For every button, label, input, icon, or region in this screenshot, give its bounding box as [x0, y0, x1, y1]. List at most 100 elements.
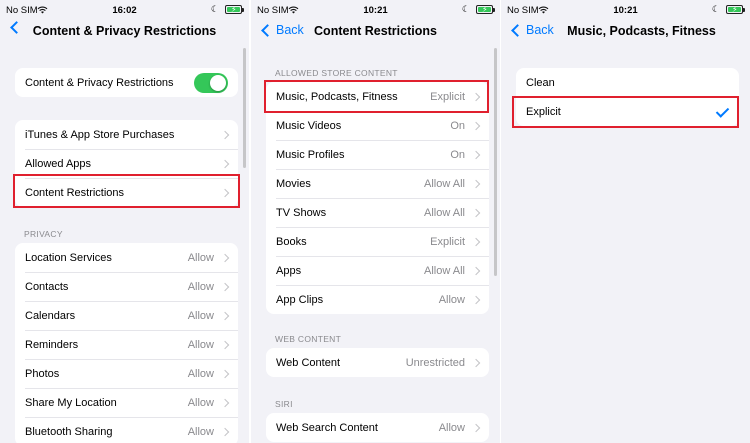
- battery-charging-icon: ⚡: [726, 5, 745, 14]
- row-location-services[interactable]: Location Services Allow: [15, 243, 238, 272]
- battery-charging-icon: ⚡: [476, 5, 495, 14]
- content-privacy-toggle[interactable]: [194, 72, 228, 93]
- options-list: Clean Explicit: [501, 44, 750, 443]
- row-label: Photos: [25, 367, 60, 380]
- highlight-box: [13, 174, 240, 208]
- row-label: Allowed Apps: [25, 157, 92, 170]
- option-clean[interactable]: Clean: [516, 68, 739, 97]
- row-label: Web Content: [276, 356, 341, 369]
- chevron-right-icon: [220, 130, 230, 139]
- row-value: Explicit: [430, 235, 465, 248]
- section-header-web: WEB CONTENT: [275, 334, 342, 344]
- row-label: Music Profiles: [276, 148, 345, 161]
- chevron-right-icon: [471, 423, 481, 432]
- row-value: Allow: [438, 421, 465, 434]
- row-label: Music Videos: [276, 119, 342, 132]
- web-group: Web Content Unrestricted: [266, 348, 489, 377]
- chevron-right-icon: [220, 427, 230, 436]
- row-value: On: [450, 119, 465, 132]
- siri-group: Web Search Content Allow: [266, 413, 489, 442]
- chevron-right-icon: [471, 150, 481, 159]
- row-label: Apps: [276, 264, 302, 277]
- row-value: On: [450, 148, 465, 161]
- row-label: Reminders: [25, 338, 79, 351]
- page-title: Content & Privacy Restrictions: [32, 24, 217, 38]
- row-web-content[interactable]: Web Content Unrestricted: [266, 348, 489, 377]
- row-share-my-location[interactable]: Share My Location Allow: [15, 388, 238, 417]
- option-label: Clean: [526, 76, 555, 89]
- row-value: Allow: [187, 251, 214, 264]
- row-label: Content & Privacy Restrictions: [25, 76, 174, 89]
- row-label: Bluetooth Sharing: [25, 425, 113, 438]
- screen-content-privacy: No SIM 16:02 ☾ ⚡ Content & Privacy Restr…: [0, 0, 249, 443]
- chevron-right-icon: [220, 253, 230, 262]
- store-group: Music, Podcasts, Fitness Explicit Music …: [266, 82, 489, 314]
- toggle-group: Content & Privacy Restrictions: [15, 68, 238, 97]
- row-reminders[interactable]: Reminders Allow: [15, 330, 238, 359]
- row-value: Unrestricted: [405, 356, 465, 369]
- row-value: Allow All: [424, 206, 465, 219]
- scrollbar[interactable]: [243, 48, 246, 168]
- section-header-store: ALLOWED STORE CONTENT: [275, 68, 398, 78]
- row-app-clips[interactable]: App Clips Allow: [266, 285, 489, 314]
- row-label: TV Shows: [276, 206, 327, 219]
- row-value: Allow: [187, 338, 214, 351]
- row-label: App Clips: [276, 293, 324, 306]
- settings-list[interactable]: ALLOWED STORE CONTENT Music, Podcasts, F…: [251, 44, 500, 443]
- row-bluetooth-sharing[interactable]: Bluetooth Sharing Allow: [15, 417, 238, 443]
- row-books[interactable]: Books Explicit: [266, 227, 489, 256]
- chevron-right-icon: [220, 311, 230, 320]
- row-label: Contacts: [25, 280, 69, 293]
- chevron-right-icon: [471, 179, 481, 188]
- section-header-siri: SIRI: [275, 399, 293, 409]
- moon-icon: ☾: [210, 4, 219, 14]
- row-music-profiles[interactable]: Music Profiles On: [266, 140, 489, 169]
- row-tv-shows[interactable]: TV Shows Allow All: [266, 198, 489, 227]
- row-calendars[interactable]: Calendars Allow: [15, 301, 238, 330]
- navigation-bar: Back Music, Podcasts, Fitness: [501, 20, 750, 44]
- chevron-right-icon: [471, 237, 481, 246]
- navigation-bar: Back Content Restrictions: [251, 20, 500, 44]
- privacy-group: Location Services Allow Contacts Allow C…: [15, 243, 238, 443]
- row-label: Web Search Content: [276, 421, 378, 434]
- screen-music-podcasts-fitness: No SIM 10:21 ☾ ⚡ Back Music, Podcasts, F…: [501, 0, 750, 443]
- row-photos[interactable]: Photos Allow: [15, 359, 238, 388]
- chevron-right-icon: [471, 208, 481, 217]
- row-value: Allow: [187, 367, 214, 380]
- row-apps[interactable]: Apps Allow All: [266, 256, 489, 285]
- highlight-box: [264, 80, 489, 113]
- row-itunes-purchases[interactable]: iTunes & App Store Purchases: [15, 120, 238, 149]
- moon-icon: ☾: [711, 4, 720, 14]
- row-value: Allow All: [424, 177, 465, 190]
- status-bar: No SIM 10:21 ☾ ⚡: [501, 0, 750, 20]
- scrollbar[interactable]: [494, 48, 497, 276]
- moon-icon: ☾: [461, 4, 470, 14]
- row-movies[interactable]: Movies Allow All: [266, 169, 489, 198]
- chevron-right-icon: [471, 295, 481, 304]
- content-privacy-toggle-row: Content & Privacy Restrictions: [15, 68, 238, 97]
- row-label: Location Services: [25, 251, 112, 264]
- screens-container: No SIM 16:02 ☾ ⚡ Content & Privacy Restr…: [0, 0, 750, 443]
- chevron-right-icon: [220, 340, 230, 349]
- battery-charging-icon: ⚡: [225, 5, 244, 14]
- row-web-search-content[interactable]: Web Search Content Allow: [266, 413, 489, 442]
- row-label: Calendars: [25, 309, 76, 322]
- row-label: Movies: [276, 177, 311, 190]
- row-value: Allow: [187, 309, 214, 322]
- row-value: Allow: [438, 293, 465, 306]
- chevron-right-icon: [471, 121, 481, 130]
- page-title: Content Restrictions: [314, 24, 437, 38]
- chevron-right-icon: [471, 266, 481, 275]
- chevron-right-icon: [220, 398, 230, 407]
- chevron-right-icon: [220, 159, 230, 168]
- row-value: Allow: [187, 280, 214, 293]
- highlight-box: [512, 96, 739, 128]
- row-value: Allow All: [424, 264, 465, 277]
- row-music-videos[interactable]: Music Videos On: [266, 111, 489, 140]
- row-contacts[interactable]: Contacts Allow: [15, 272, 238, 301]
- row-label: Share My Location: [25, 396, 117, 409]
- navigation-bar: Content & Privacy Restrictions: [0, 20, 249, 44]
- settings-list[interactable]: Content & Privacy Restrictions iTunes & …: [0, 44, 249, 443]
- chevron-right-icon: [471, 358, 481, 367]
- page-title: Music, Podcasts, Fitness: [567, 24, 716, 38]
